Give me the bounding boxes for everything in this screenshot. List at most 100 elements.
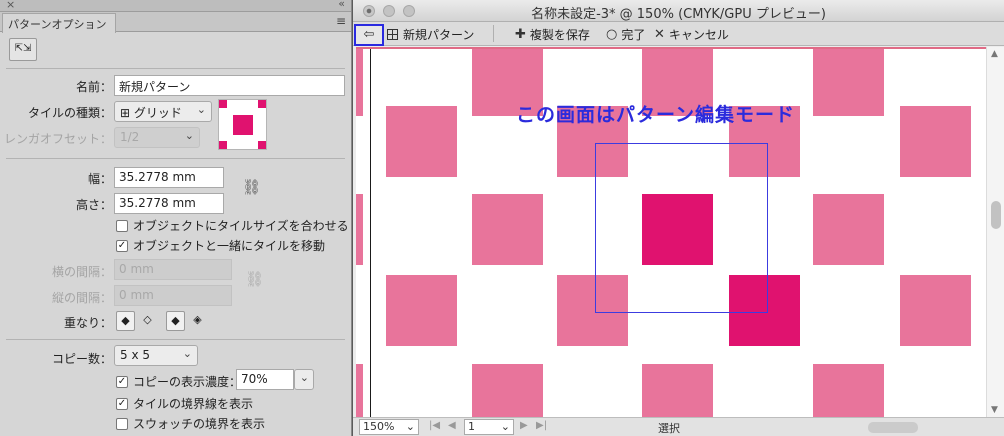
tile-type-value: グリッド (133, 106, 182, 120)
pattern-tile (356, 194, 363, 265)
status-bar: 150% ⌄ |◀ ◀ 1 ⌄ ▶ ▶| 選択 (353, 417, 1004, 436)
tab-pattern-options[interactable]: パターンオプション (2, 13, 116, 33)
diamond-left-icon: ◆ (121, 314, 130, 327)
scroll-up-icon[interactable]: ▲ (991, 49, 998, 59)
chevron-down-icon: ⌄ (184, 129, 194, 142)
grid-type-icon: ⊞ (120, 106, 134, 120)
pattern-tile (386, 275, 457, 346)
scroll-thumb[interactable] (991, 201, 1001, 229)
width-label: 幅： (87, 172, 112, 186)
preview-corner (219, 100, 227, 108)
panel-menu-icon[interactable]: ≡ (336, 14, 346, 28)
done-button[interactable]: ○ 完了 (606, 26, 645, 43)
scroll-down-icon[interactable]: ▼ (991, 405, 998, 415)
move-with-art-checkbox[interactable]: ✓ オブジェクトと一緒にタイルを移動 (116, 237, 325, 254)
zoom-value: 150% (363, 420, 395, 433)
divider (6, 339, 345, 340)
divider (493, 25, 494, 42)
checkbox-box (116, 219, 128, 232)
pattern-tile-tool-button[interactable]: ⇱⇲ (9, 38, 37, 61)
checkbox-label: スウォッチの境界を表示 (133, 417, 266, 431)
tile-type-select[interactable]: ⊞ グリッド ⌄ (114, 101, 212, 122)
panel-collapse-icon[interactable]: « (338, 0, 345, 10)
save-copy-button[interactable]: ✚ 複製を保存 (515, 26, 590, 43)
overlap-right-front-button[interactable]: ◇ (138, 311, 157, 331)
chevron-down-icon: ⌄ (405, 420, 415, 433)
brick-offset-label: レンガオフセット： (4, 132, 113, 146)
copies-select[interactable]: 5 x 5 ⌄ (114, 345, 198, 366)
preview-corner (219, 141, 227, 149)
overlap-left-front-button[interactable]: ◆ (116, 311, 135, 331)
diamond-right-icon: ◇ (143, 313, 152, 326)
divider (6, 68, 345, 69)
height-input[interactable]: 35.2778 mm (114, 193, 224, 214)
size-to-art-checkbox[interactable]: オブジェクトにタイルサイズを合わせる (116, 217, 349, 234)
dim-copies-checkbox[interactable]: ✓ コピーの表示濃度： (116, 373, 241, 390)
pattern-tile (472, 194, 543, 265)
plus-icon: ✚ (515, 27, 526, 42)
brick-offset-select[interactable]: 1/2 ⌄ (114, 127, 200, 148)
overlap-bottom-front-button[interactable]: ◈ (188, 311, 207, 331)
show-swatch-bounds-checkbox[interactable]: スウォッチの境界を表示 (116, 415, 265, 432)
dim-level-dropdown[interactable]: ⌄ (294, 369, 314, 390)
overlap-top-front-button[interactable]: ◆ (166, 311, 185, 331)
dim-level-input[interactable]: 70% (236, 369, 294, 390)
chevron-down-icon: ⌄ (500, 420, 510, 433)
pattern-edit-bar: ⇦ 新規パターン ✚ 複製を保存 ○ 完了 ✕ キャンセル (353, 22, 1004, 46)
tile-type-label: タイルの種類： (27, 106, 112, 120)
pattern-tile (356, 364, 363, 417)
checkmark-icon: ✓ (116, 375, 128, 388)
page-select[interactable]: 1 ⌄ (464, 419, 514, 435)
last-page-icon[interactable]: ▶| (536, 420, 547, 431)
pattern-tile (472, 364, 543, 417)
cancel-label: キャンセル (668, 28, 729, 42)
preview-corner (258, 100, 266, 108)
divider (6, 158, 345, 159)
pattern-tile (813, 194, 884, 265)
artboard-guide (370, 49, 371, 417)
checkbox-label: コピーの表示濃度： (133, 375, 242, 389)
copies-value: 5 x 5 (120, 348, 150, 362)
done-label: 完了 (621, 28, 646, 42)
next-page-icon[interactable]: ▶ (520, 420, 528, 431)
height-label: 高さ： (75, 198, 112, 212)
v-spacing-input[interactable]: 0 mm (114, 285, 232, 306)
status-mode: 選択 (658, 422, 680, 435)
title-bar: 名称未設定-3* @ 150% (CMYK/GPU プレビュー) (353, 0, 1004, 22)
name-label: 名前： (75, 80, 112, 94)
chevron-down-icon: ⌄ (196, 103, 206, 116)
horizontal-scroll-thumb[interactable] (868, 422, 918, 433)
panel-close-icon[interactable]: × (6, 0, 15, 11)
link-spacing-icon[interactable]: ⛓ (245, 270, 264, 288)
checkbox-label: オブジェクトにタイルサイズを合わせる (133, 219, 349, 233)
link-dimensions-icon[interactable]: ⛓ (242, 178, 261, 196)
panel-tab-row: パターンオプション ≡ (0, 12, 351, 33)
brick-offset-value: 1/2 (120, 130, 140, 144)
artboard-canvas[interactable]: この画面はパターン編集モード (356, 47, 986, 417)
chevron-down-icon: ⌄ (299, 371, 309, 384)
tile-boundary (595, 143, 768, 313)
exit-pattern-mode-button[interactable]: ⇦ (354, 24, 384, 46)
show-tile-edge-checkbox[interactable]: ✓ タイルの境界線を表示 (116, 395, 253, 412)
pattern-options-panel: × « パターンオプション ≡ ⇱⇲ 名前： 新規パターン タイルの種類： ⊞ … (0, 0, 352, 436)
checkbox-label: タイルの境界線を表示 (133, 397, 254, 411)
vertical-scrollbar[interactable]: ▲ ▼ (986, 47, 1004, 417)
circle-icon: ○ (606, 27, 618, 42)
checkmark-icon: ✓ (116, 239, 128, 252)
width-input[interactable]: 35.2778 mm (114, 167, 224, 188)
prev-page-icon[interactable]: ◀ (448, 420, 456, 431)
pattern-name-display: 新規パターン (387, 26, 474, 43)
pattern-name-text: 新規パターン (403, 28, 475, 42)
zoom-select[interactable]: 150% ⌄ (359, 419, 419, 435)
diamond-bottom-icon: ◈ (193, 313, 202, 326)
cancel-button[interactable]: ✕ キャンセル (654, 26, 729, 43)
h-spacing-input[interactable]: 0 mm (114, 259, 232, 280)
pattern-tile (813, 49, 884, 116)
first-page-icon[interactable]: |◀ (429, 420, 440, 431)
pattern-tile (386, 106, 457, 177)
pattern-tile (813, 364, 884, 417)
checkmark-icon: ✓ (116, 397, 128, 410)
pattern-tile (642, 364, 713, 417)
pattern-name-input[interactable]: 新規パターン (114, 75, 345, 96)
overlap-label: 重なり： (63, 316, 112, 330)
